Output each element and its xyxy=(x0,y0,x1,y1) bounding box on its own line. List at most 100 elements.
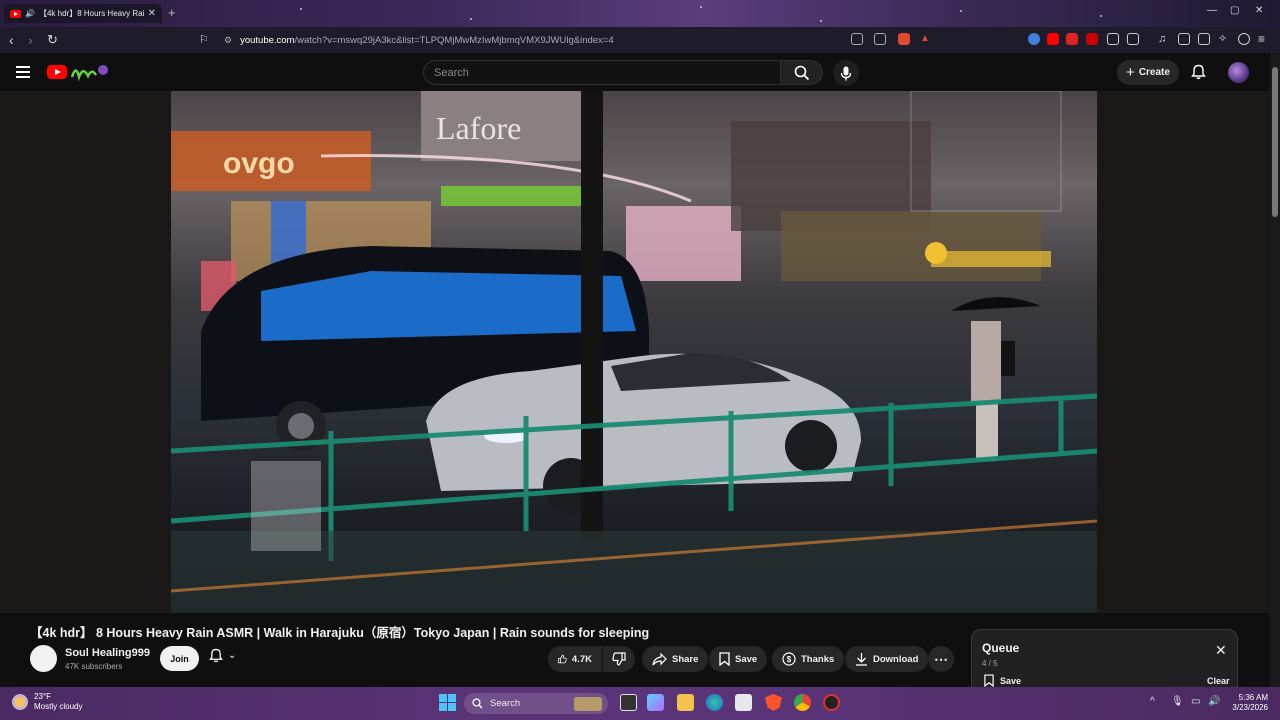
queue-title: Queue xyxy=(982,641,1020,655)
task-view-icon[interactable] xyxy=(620,694,637,711)
youtube-favicon-icon xyxy=(10,9,21,18)
obs-icon[interactable] xyxy=(823,694,840,711)
extension-youtube-icon[interactable] xyxy=(1047,33,1059,45)
channel-name[interactable]: Soul Healing999 xyxy=(65,647,150,659)
join-button[interactable]: Join xyxy=(160,646,199,671)
extension-blue-icon[interactable] xyxy=(1028,33,1040,45)
maximize-icon[interactable]: ▢ xyxy=(1230,5,1239,16)
system-clock[interactable]: 5:36 AM 3/23/2026 xyxy=(1226,693,1268,713)
search-input[interactable]: Search xyxy=(423,60,781,85)
leo-ai-icon[interactable]: ✧ xyxy=(1218,33,1230,45)
download-button[interactable]: Download xyxy=(845,646,929,672)
brave-icon[interactable] xyxy=(765,694,782,711)
subscription-notifications-button[interactable]: ⌄ xyxy=(209,648,236,663)
extension-red2-icon[interactable] xyxy=(1086,33,1098,45)
hamburger-menu-icon[interactable] xyxy=(16,66,30,78)
notifications-button[interactable] xyxy=(1191,64,1206,80)
thanks-icon: $ xyxy=(782,652,796,666)
create-button[interactable]: + Create xyxy=(1117,60,1179,85)
extension-chat-icon[interactable] xyxy=(1107,33,1119,45)
bell-icon xyxy=(209,648,223,663)
extension-box-icon[interactable] xyxy=(1127,33,1139,45)
forward-icon[interactable]: › xyxy=(28,32,33,48)
queue-save-button[interactable]: Save xyxy=(984,674,1021,687)
create-label: Create xyxy=(1138,67,1170,78)
browser-tab-strip: 🔊 【4k hdr】8 Hours Heavy Rain ✕ + — ▢ ✕ xyxy=(0,0,1280,27)
youtube-masthead: Search + Create xyxy=(0,53,1280,91)
microphone-icon xyxy=(840,66,852,80)
youtube-logo-icon[interactable] xyxy=(47,65,67,79)
file-explorer-icon[interactable] xyxy=(677,694,694,711)
url-path: /watch?v=mswq29jA3kc&list=TLPQMjMwMzIwMj… xyxy=(294,34,614,46)
video-player[interactable]: ovgo Lafore xyxy=(171,91,1097,613)
extension-red-icon[interactable] xyxy=(1066,33,1078,45)
sidebar-icon[interactable] xyxy=(1178,33,1190,45)
wallet-icon[interactable] xyxy=(1198,33,1210,45)
bookmark-icon xyxy=(719,652,730,666)
like-button[interactable]: 4.7K xyxy=(548,646,602,672)
dislike-button[interactable] xyxy=(603,646,635,672)
microphone-tray-icon[interactable]: 🎙 xyxy=(1171,696,1184,707)
new-tab-button[interactable]: + xyxy=(168,5,176,20)
url-host: youtube.com xyxy=(240,34,295,46)
scrollbar-thumb[interactable] xyxy=(1272,67,1278,217)
account-avatar[interactable] xyxy=(1228,62,1249,83)
youtube-doodle[interactable] xyxy=(70,62,110,82)
clock-date: 3/23/2026 xyxy=(1232,703,1268,712)
media-icon[interactable]: ♫ xyxy=(1158,33,1170,45)
network-icon[interactable]: ▭ xyxy=(1191,696,1200,707)
speaker-icon[interactable]: 🔊 xyxy=(25,9,35,18)
start-button[interactable] xyxy=(439,694,456,711)
thanks-button[interactable]: $ Thanks xyxy=(772,646,845,672)
queue-clear-button[interactable]: Clear xyxy=(1207,676,1230,686)
site-info-icon[interactable]: ⚙ xyxy=(224,35,232,46)
search-highlight-icon xyxy=(574,696,602,711)
browser-tab-active[interactable]: 🔊 【4k hdr】8 Hours Heavy Rain ✕ xyxy=(4,4,162,23)
search-icon xyxy=(472,698,483,709)
menu-icon[interactable]: ≡ xyxy=(1258,33,1270,45)
brave-shield-icon[interactable] xyxy=(898,33,910,45)
weather-widget[interactable]: 23°F Mostly cloudy xyxy=(12,692,82,712)
video-frame-rainy-street: ovgo Lafore xyxy=(171,91,1097,613)
page-scrollbar[interactable] xyxy=(1270,53,1280,687)
share-icon xyxy=(652,652,667,665)
download-icon xyxy=(856,653,867,666)
weather-condition: Mostly cloudy xyxy=(34,702,83,711)
plus-icon: + xyxy=(1126,64,1135,81)
queue-close-icon[interactable]: ✕ xyxy=(1215,642,1227,659)
more-actions-button[interactable]: ⋯ xyxy=(928,646,954,672)
vpn-icon[interactable] xyxy=(1238,33,1250,45)
copilot-icon[interactable] xyxy=(647,694,664,711)
share-button[interactable]: Share xyxy=(642,646,709,672)
brave-rewards-icon[interactable]: ▲ xyxy=(920,33,932,45)
save-button[interactable]: Save xyxy=(709,646,768,672)
reload-icon[interactable]: ↻ xyxy=(47,32,58,48)
cast-icon[interactable] xyxy=(851,33,863,45)
download-label: Download xyxy=(873,653,919,665)
back-icon[interactable]: ‹ xyxy=(9,32,14,48)
voice-search-button[interactable] xyxy=(833,60,859,86)
share-page-icon[interactable] xyxy=(874,33,886,45)
search-icon xyxy=(794,65,809,80)
window-close-icon[interactable]: ✕ xyxy=(1255,5,1263,16)
channel-avatar[interactable] xyxy=(30,645,57,672)
taskbar-search-label: Search xyxy=(490,698,521,709)
chrome-icon[interactable] xyxy=(794,694,811,711)
svg-text:$: $ xyxy=(787,655,792,664)
windows-taskbar: 23°F Mostly cloudy Search ^ 🎙 ▭ 🔊 5:36 A… xyxy=(0,687,1280,720)
weather-temperature: 23°F xyxy=(34,692,51,701)
close-tab-icon[interactable]: ✕ xyxy=(148,8,156,19)
minimize-icon[interactable]: — xyxy=(1207,5,1217,16)
bell-icon xyxy=(1191,64,1206,80)
subscriber-count: 47K subscribers xyxy=(65,662,123,671)
search-button[interactable] xyxy=(781,60,823,85)
thumbs-down-icon xyxy=(612,652,626,666)
address-bar[interactable]: ⚙ youtube.com /watch?v=mswq29jA3kc&list=… xyxy=(196,30,936,50)
chevron-up-icon[interactable]: ^ xyxy=(1150,696,1155,707)
volume-icon[interactable]: 🔊 xyxy=(1208,696,1220,707)
like-count: 4.7K xyxy=(571,653,592,665)
edge-icon[interactable] xyxy=(706,694,723,711)
store-icon[interactable] xyxy=(735,694,752,711)
chevron-down-icon: ⌄ xyxy=(228,650,237,661)
taskbar-search[interactable]: Search xyxy=(464,693,608,714)
